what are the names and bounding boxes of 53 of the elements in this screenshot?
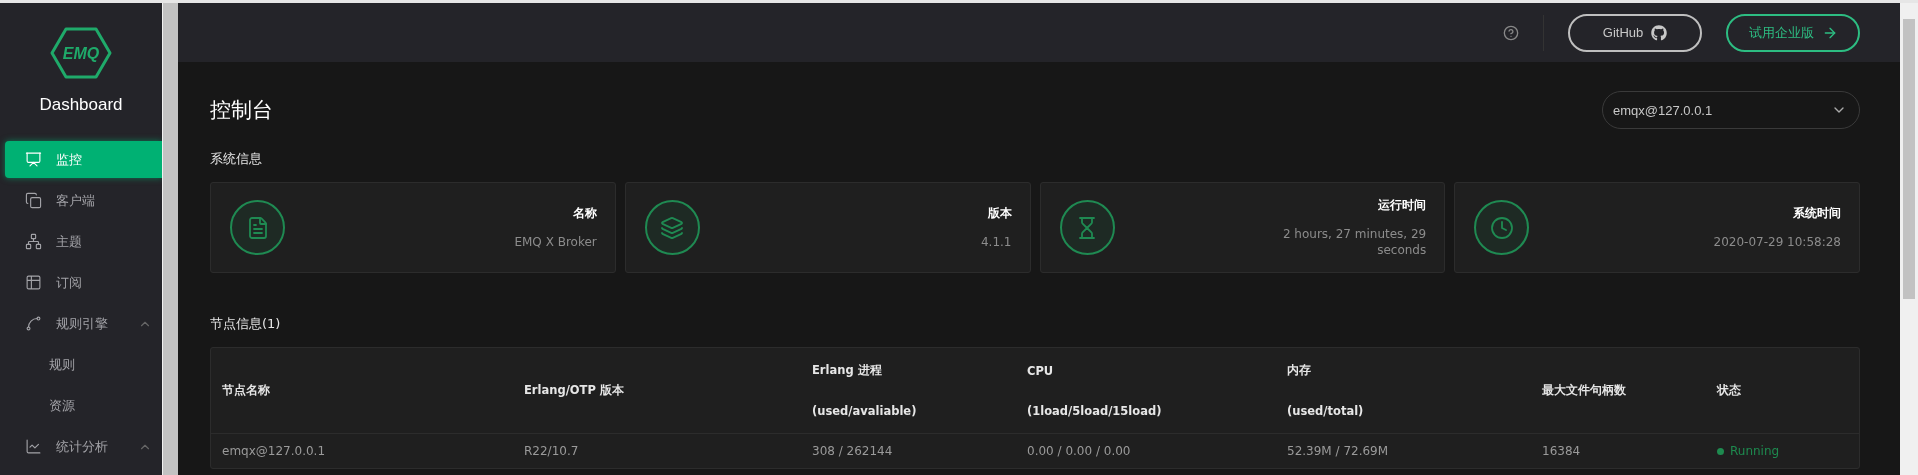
card-value: 2020-07-29 10:58:28 [1713,234,1841,250]
github-button[interactable]: GitHub [1568,13,1702,52]
file-icon [230,200,285,255]
column-header: 最大文件句柄数 [1542,383,1627,398]
page-title: 控制台 [210,97,273,124]
card-label: 系统时间 [1793,205,1841,222]
app-title: Dashboard [39,95,123,115]
github-icon [1651,24,1668,41]
sidebar-item[interactable]: 统计分析 [5,428,162,465]
sidebar-subitem[interactable]: 资源 [5,387,162,424]
column-header: Erlang/OTP 版本 [524,383,625,398]
table-cell: R22/10.7 [524,444,579,458]
sidebar-item[interactable]: 规则引擎 [5,305,162,342]
column-header: 节点名称 [222,383,271,398]
menu-icon [25,233,42,250]
enterprise-button[interactable]: 试用企业版 [1726,13,1860,52]
sidebar-item[interactable]: 订阅 [5,264,162,301]
card-value: EMQ X Broker [514,234,597,250]
column-subheader: (1load/5load/15load) [1027,403,1163,418]
table-cell: 16384 [1542,444,1581,458]
sidebar-item[interactable]: 客户端 [5,182,162,219]
card-value: 2 hours, 27 minutes, 29 seconds [1281,226,1427,258]
scrollbar[interactable] [162,3,178,475]
table-cell: 52.39M / 72.69M [1287,444,1389,458]
menu-icon [25,274,42,291]
section-title: 系统信息 [210,150,263,168]
hourglass-icon [1059,200,1115,255]
table-cell: 308 / 262144 [812,444,893,458]
layers-icon [644,200,700,255]
sidebar-item[interactable]: 主题 [5,223,162,260]
card-label: 运行时间 [1378,197,1427,214]
menu-icon [25,192,42,209]
card-label: 版本 [987,205,1012,222]
table-cell: emqx@127.0.0.1 [222,444,326,458]
column-header: 内存 [1287,363,1312,378]
column-header: 状态 [1717,383,1742,398]
card-value: 4.1.1 [980,234,1012,250]
column-subheader: (used/avaliable) [812,404,918,418]
menu-icon [25,438,42,455]
card-label: 名称 [572,205,597,222]
menu-icon [25,151,42,168]
sidebar-subitem[interactable]: 规则 [5,346,162,383]
section-title: 节点信息(1) [210,315,282,333]
table-cell: 0.00 / 0.00 / 0.00 [1027,444,1131,458]
clock-icon [1474,200,1530,255]
help-icon[interactable] [1503,24,1519,41]
column-subheader: (used/total) [1287,404,1365,418]
status-text: Running [1730,444,1780,458]
column-header: CPU [1027,363,1055,378]
logo: EMQ [50,27,112,79]
menu-icon [25,315,42,332]
column-header: Erlang 进程 [812,363,883,378]
scrollbar[interactable] [1900,3,1918,475]
